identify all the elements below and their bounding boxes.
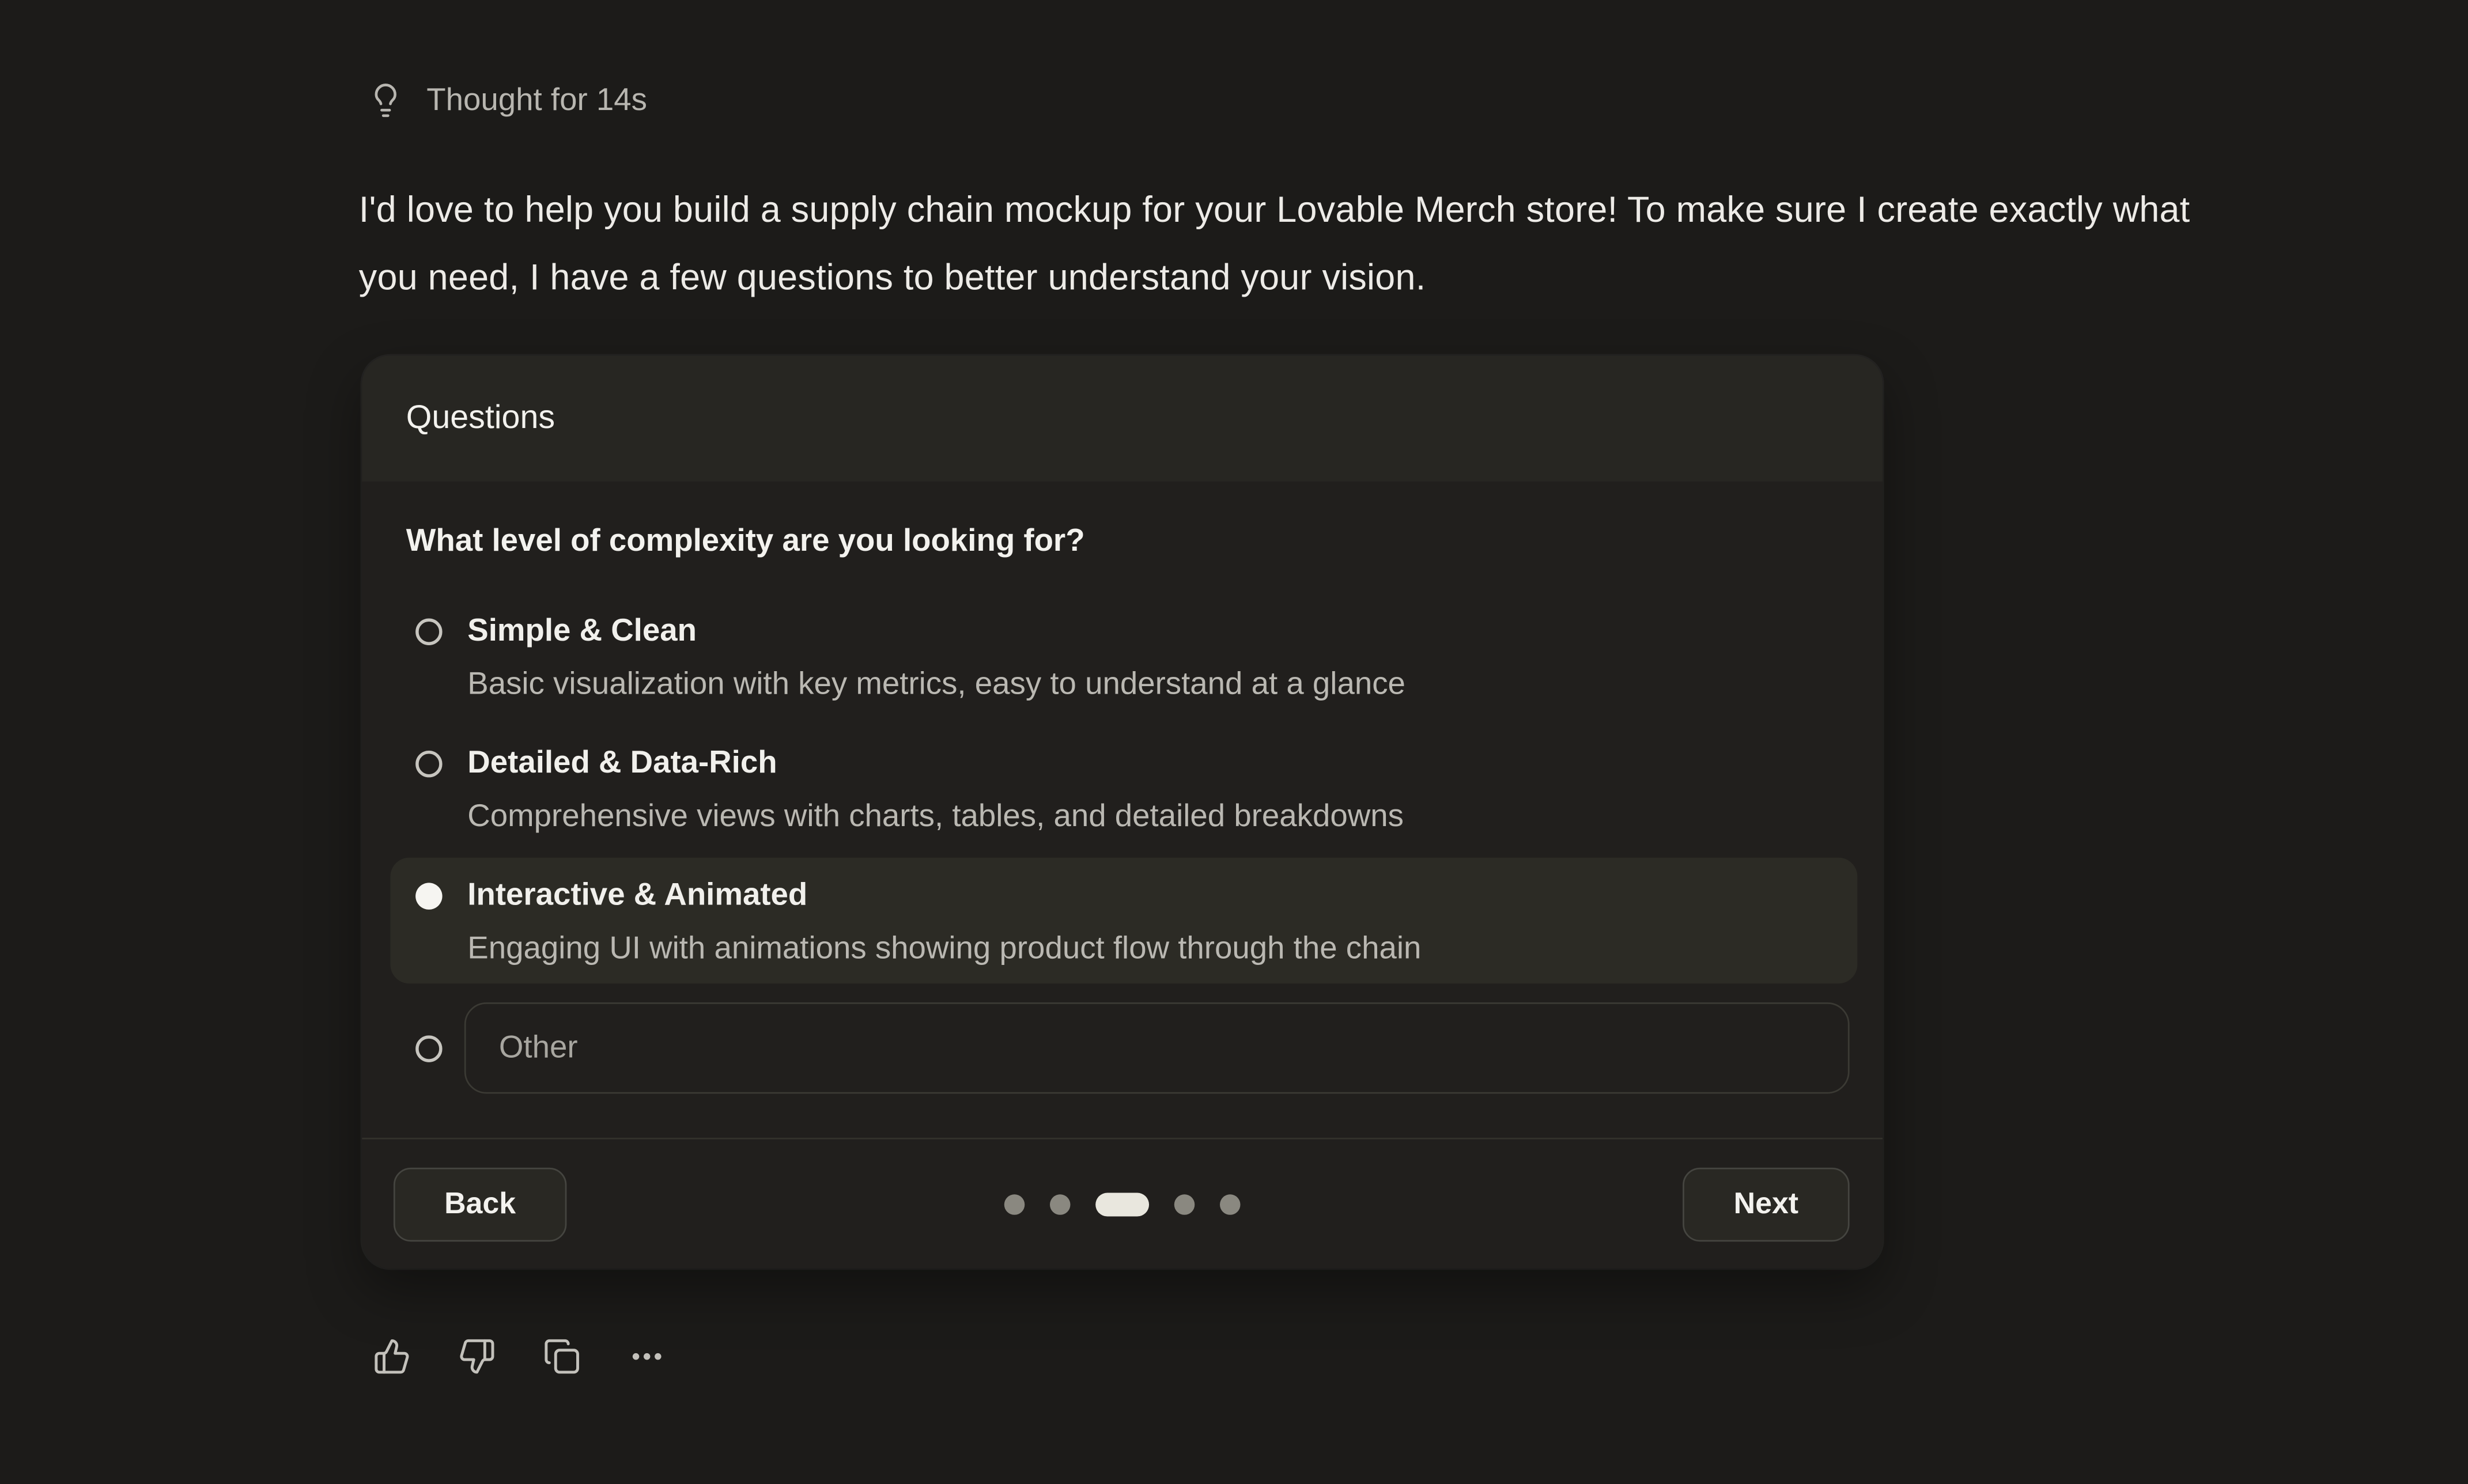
questions-card: Questions What level of complexity are y… bbox=[362, 355, 1883, 1268]
step-dot-1 bbox=[1004, 1194, 1025, 1215]
message-actions-toolbar bbox=[373, 1338, 666, 1376]
option-simple-clean[interactable]: Simple & Clean Basic visualization with … bbox=[467, 612, 1405, 703]
option-description: Basic visualization with key metrics, ea… bbox=[467, 665, 1405, 703]
lightbulb-icon bbox=[366, 82, 405, 120]
radio-interactive-animated[interactable] bbox=[415, 883, 442, 909]
step-dot-5 bbox=[1220, 1194, 1241, 1215]
card-title: Questions bbox=[406, 400, 555, 438]
option-description: Comprehensive views with charts, tables,… bbox=[467, 798, 1404, 836]
option-detailed-data-rich[interactable]: Detailed & Data-Rich Comprehensive views… bbox=[467, 744, 1404, 835]
step-pagination bbox=[362, 1193, 1883, 1217]
radio-detailed-data-rich[interactable] bbox=[415, 751, 442, 777]
other-option-input[interactable] bbox=[464, 1002, 1850, 1093]
thought-duration-label: Thought for 14s bbox=[426, 82, 647, 120]
thumbs-up-icon[interactable] bbox=[373, 1338, 411, 1376]
step-dot-4 bbox=[1174, 1194, 1195, 1215]
option-label: Simple & Clean bbox=[467, 612, 1405, 650]
chat-message-region: Thought for 14s I'd love to help you bui… bbox=[0, 0, 2468, 1484]
option-label: Detailed & Data-Rich bbox=[467, 744, 1404, 782]
card-footer-divider bbox=[362, 1138, 1883, 1140]
assistant-message-text: I'd love to help you build a supply chai… bbox=[359, 176, 2216, 310]
radio-other[interactable] bbox=[415, 1035, 442, 1062]
copy-icon[interactable] bbox=[543, 1338, 581, 1376]
question-text: What level of complexity are you looking… bbox=[406, 523, 1085, 561]
radio-simple-clean[interactable] bbox=[415, 619, 442, 645]
questions-card-header: Questions bbox=[362, 355, 1883, 482]
more-options-icon[interactable] bbox=[628, 1338, 666, 1376]
option-label: Interactive & Animated bbox=[467, 877, 1421, 915]
option-interactive-animated[interactable]: Interactive & Animated Engaging UI with … bbox=[467, 877, 1421, 968]
thought-duration-toggle[interactable]: Thought for 14s bbox=[366, 82, 647, 120]
step-dot-2 bbox=[1050, 1194, 1071, 1215]
option-description: Engaging UI with animations showing prod… bbox=[467, 930, 1421, 968]
thumbs-down-icon[interactable] bbox=[458, 1338, 496, 1376]
step-dot-3-active bbox=[1095, 1193, 1149, 1217]
next-button[interactable]: Next bbox=[1683, 1168, 1850, 1241]
